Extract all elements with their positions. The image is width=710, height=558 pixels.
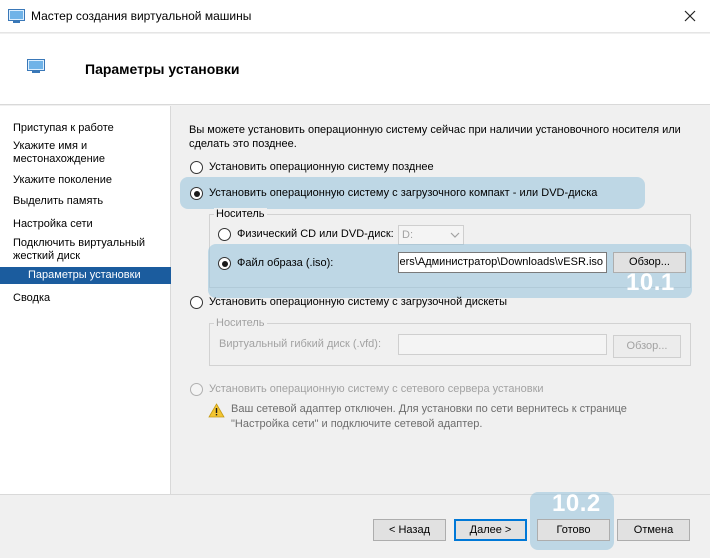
description-text: Вы можете установить операционную систем… [189, 124, 681, 150]
close-icon[interactable] [682, 8, 698, 24]
sidebar-item-label: Параметры установки [28, 269, 141, 281]
sidebar-item-virtual-disk[interactable]: Подключить виртуальный жесткий диск [13, 237, 163, 263]
annotation-step-2: 10.2 [552, 490, 601, 517]
sidebar-item-getting-started[interactable]: Приступая к работе [13, 122, 163, 135]
sidebar-item-memory[interactable]: Выделить память [13, 195, 163, 208]
cancel-button[interactable]: Отмена [617, 519, 690, 541]
sidebar-item-installation-options[interactable]: Параметры установки [0, 267, 171, 284]
install-cd-radio[interactable] [190, 187, 203, 200]
back-button[interactable]: < Назад [373, 519, 446, 541]
browse-vfd-button[interactable]: Обзор... [613, 335, 681, 358]
physical-drive-label[interactable]: Физический CD или DVD-диск: [237, 228, 394, 240]
install-network-label[interactable]: Установить операционную систему с сетево… [209, 383, 544, 395]
chevron-down-icon [450, 232, 460, 238]
install-later-label[interactable]: Установить операционную систему позднее [209, 161, 434, 173]
image-file-label[interactable]: Файл образа (.iso): [237, 257, 333, 269]
next-button[interactable]: Далее > [454, 519, 527, 541]
floppy-media-legend: Носитель [214, 317, 267, 329]
sidebar-item-network[interactable]: Настройка сети [13, 218, 163, 231]
install-later-radio[interactable] [190, 161, 203, 174]
vfd-label: Виртуальный гибкий диск (.vfd): [219, 338, 382, 350]
annotation-step-1: 10.1 [626, 269, 675, 296]
finish-button[interactable]: Готово [537, 519, 610, 541]
image-file-radio[interactable] [218, 257, 231, 270]
sidebar-item-summary[interactable]: Сводка [13, 292, 163, 305]
network-warning-text: Ваш сетевой адаптер отключен. Для устано… [231, 403, 627, 430]
sidebar-item-name-location[interactable]: Укажите имя и местонахождение [13, 140, 123, 166]
physical-drive-select[interactable]: D: [398, 225, 464, 245]
install-network-radio[interactable] [190, 383, 203, 396]
install-cd-label[interactable]: Установить операционную систему с загруз… [209, 187, 597, 199]
virtual-machine-icon [8, 9, 25, 23]
install-floppy-radio[interactable] [190, 296, 203, 309]
sidebar-item-generation[interactable]: Укажите поколение [13, 174, 163, 187]
physical-drive-value: D: [402, 229, 413, 241]
vfd-path-input[interactable] [398, 334, 607, 355]
virtual-machine-icon [27, 59, 45, 73]
physical-drive-radio[interactable] [218, 228, 231, 241]
cd-media-legend: Носитель [214, 208, 267, 220]
image-path-input[interactable]: C:\Users\Администратор\Downloads\vESR.is… [398, 252, 607, 273]
install-floppy-label[interactable]: Установить операционную систему с загруз… [209, 296, 507, 308]
window-title: Мастер создания виртуальной машины [31, 9, 252, 23]
page-title: Параметры установки [85, 61, 240, 77]
sidebar: Приступая к работе Укажите имя и местона… [0, 106, 171, 494]
warning-icon [208, 403, 225, 418]
